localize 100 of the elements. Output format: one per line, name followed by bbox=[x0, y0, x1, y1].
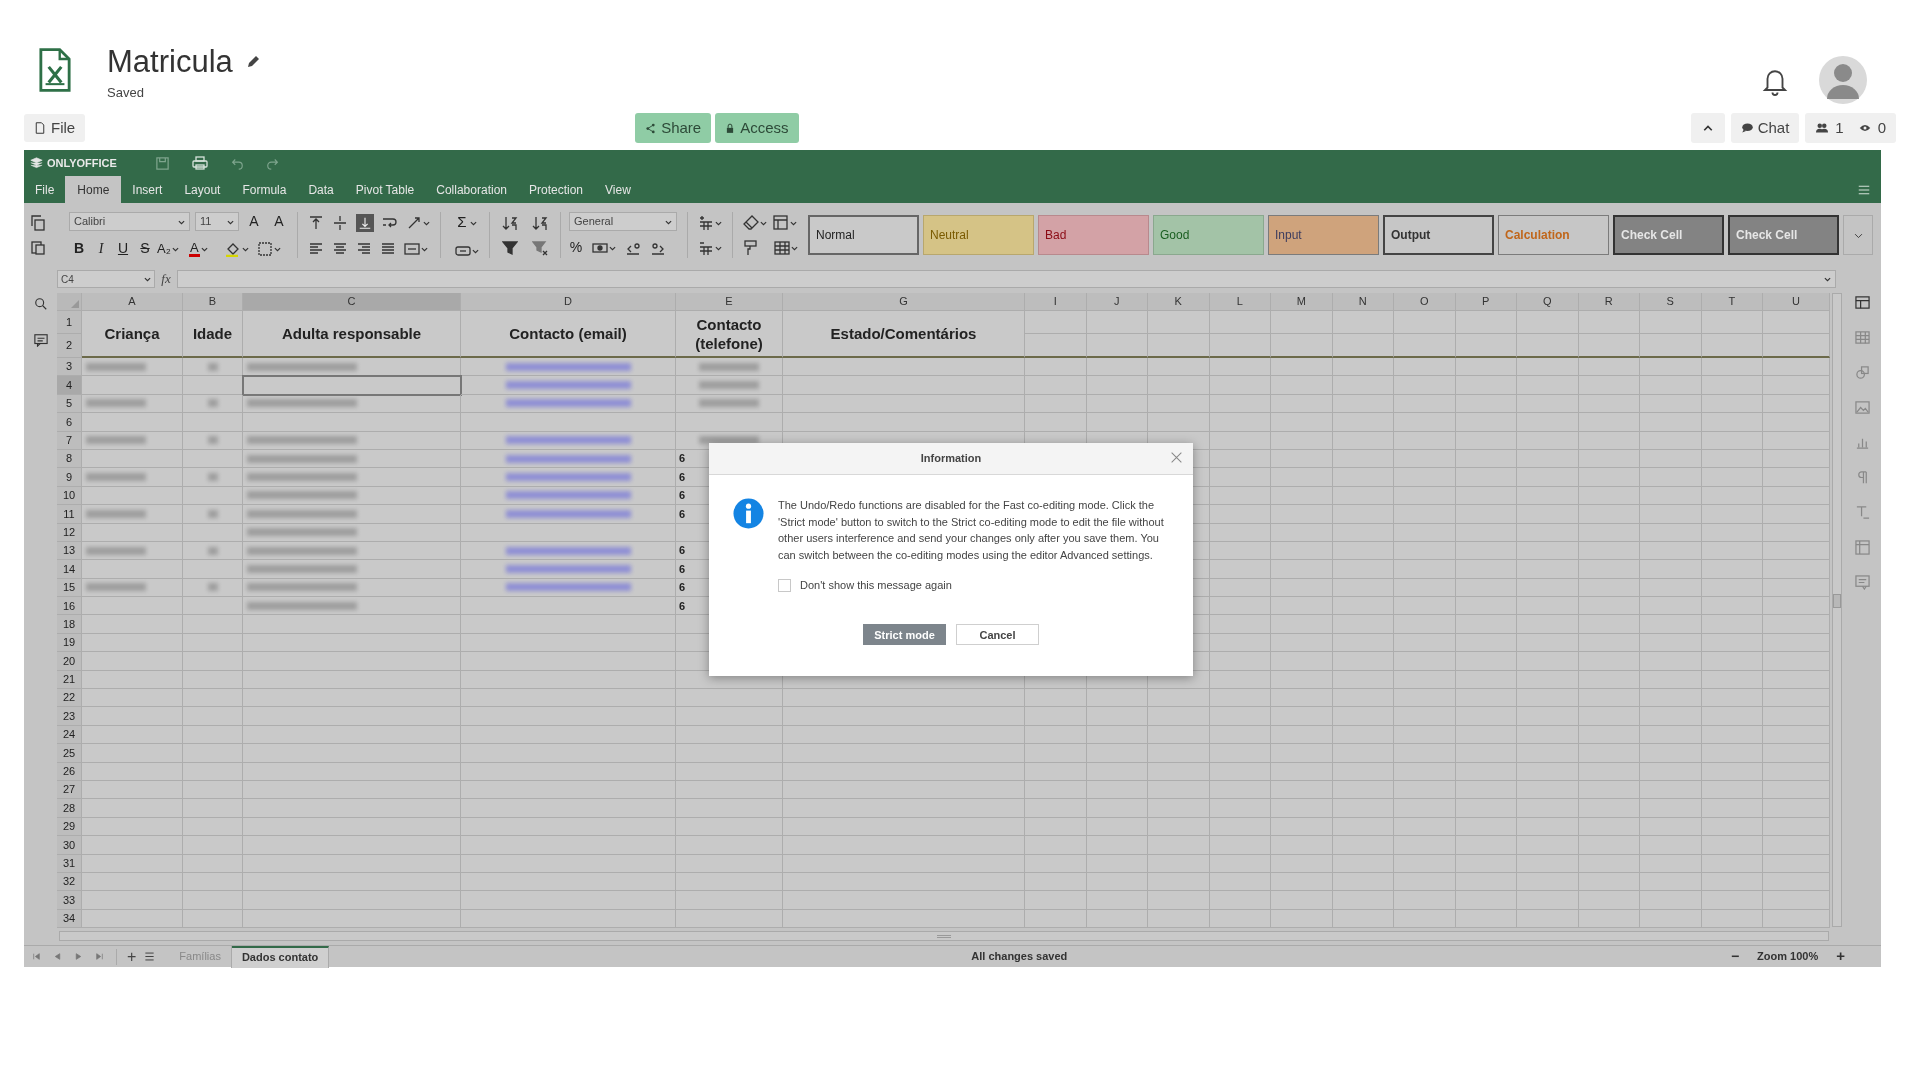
checkbox-label[interactable]: Don't show this message again bbox=[800, 576, 952, 594]
column-header[interactable]: A bbox=[82, 293, 183, 311]
collapse-button[interactable] bbox=[1690, 113, 1725, 143]
sort-ascending-icon[interactable] bbox=[502, 214, 518, 231]
row-header[interactable]: 22 bbox=[57, 689, 82, 708]
first-sheet-icon[interactable] bbox=[32, 952, 41, 961]
paragraph-settings-icon[interactable] bbox=[1855, 470, 1870, 485]
participants-panel[interactable]: 1 0 bbox=[1805, 113, 1896, 143]
file-button[interactable]: File bbox=[24, 114, 86, 142]
select-all-button[interactable] bbox=[57, 293, 82, 311]
last-sheet-icon[interactable] bbox=[95, 952, 104, 961]
format-painter-icon[interactable] bbox=[743, 239, 759, 256]
align-middle-icon[interactable] bbox=[332, 214, 348, 231]
column-header[interactable]: E bbox=[676, 293, 783, 311]
increase-font-button[interactable]: A bbox=[244, 211, 264, 232]
menu-icon[interactable] bbox=[1857, 184, 1871, 196]
shape-settings-icon[interactable] bbox=[1855, 365, 1870, 380]
column-header[interactable]: K bbox=[1148, 293, 1210, 311]
ribbon-tab[interactable]: Data bbox=[297, 176, 345, 203]
column-header[interactable]: M bbox=[1271, 293, 1333, 311]
column-header[interactable]: C bbox=[243, 293, 461, 311]
cell-settings-icon[interactable] bbox=[1855, 295, 1870, 310]
next-sheet-icon[interactable] bbox=[74, 952, 83, 961]
cell-style[interactable]: Neutral bbox=[923, 215, 1034, 255]
align-right-icon[interactable] bbox=[356, 240, 372, 257]
insert-cells-button[interactable] bbox=[698, 214, 722, 231]
justify-icon[interactable] bbox=[380, 240, 396, 257]
row-header[interactable]: 3 bbox=[57, 358, 82, 377]
cell-style[interactable]: Input bbox=[1268, 215, 1379, 255]
column-header[interactable]: B bbox=[183, 293, 243, 311]
column-header[interactable]: L bbox=[1209, 293, 1271, 311]
delete-cells-icon[interactable] bbox=[698, 239, 714, 256]
table-settings-icon[interactable] bbox=[1855, 330, 1870, 345]
strikethrough-button[interactable]: S bbox=[135, 238, 155, 259]
paste-icon[interactable] bbox=[30, 239, 46, 255]
spreadsheet-grid[interactable] bbox=[57, 293, 1830, 929]
horizontal-scrollbar[interactable] bbox=[59, 931, 1829, 942]
column-header[interactable]: J bbox=[1086, 293, 1148, 311]
row-header[interactable]: 4 bbox=[57, 376, 82, 395]
filter-icon[interactable] bbox=[502, 239, 518, 256]
ribbon-tab[interactable]: Insert bbox=[121, 176, 174, 203]
share-button[interactable]: Share bbox=[635, 113, 712, 143]
merge-cells-icon[interactable] bbox=[404, 240, 420, 257]
access-button[interactable]: Access bbox=[715, 113, 799, 143]
row-header[interactable]: 28 bbox=[57, 799, 82, 818]
ribbon-tab[interactable]: Pivot Table bbox=[344, 176, 426, 203]
row-header[interactable]: 14 bbox=[57, 560, 82, 579]
borders-icon[interactable] bbox=[257, 240, 273, 257]
pivot-settings-icon[interactable] bbox=[1855, 540, 1870, 555]
previous-sheet-icon[interactable] bbox=[53, 952, 62, 961]
row-header[interactable]: 6 bbox=[57, 413, 82, 432]
zoom-out-button[interactable]: − bbox=[1730, 946, 1740, 967]
column-header[interactable]: D bbox=[461, 293, 676, 311]
column-header[interactable]: I bbox=[1025, 293, 1087, 311]
column-header[interactable]: S bbox=[1640, 293, 1702, 311]
cell-style[interactable]: Normal bbox=[808, 215, 919, 255]
ribbon-tab[interactable]: Collaboration bbox=[425, 176, 518, 203]
row-header[interactable]: 30 bbox=[57, 836, 82, 855]
row-header[interactable]: 1 bbox=[57, 311, 82, 334]
merge-cells-button[interactable] bbox=[404, 240, 428, 257]
styles-dropdown[interactable] bbox=[1843, 215, 1873, 255]
lock-icon[interactable] bbox=[725, 122, 736, 134]
ribbon-tab[interactable]: Layout bbox=[173, 176, 232, 203]
text-orientation-button[interactable] bbox=[406, 214, 430, 231]
column-header[interactable]: U bbox=[1763, 293, 1830, 311]
percent-button[interactable]: % bbox=[569, 237, 583, 258]
underline-button[interactable]: U bbox=[113, 238, 133, 259]
eraser-icon[interactable] bbox=[743, 214, 759, 231]
insert-cells-icon[interactable] bbox=[698, 214, 714, 231]
font-size-select[interactable]: 11 bbox=[195, 212, 239, 231]
number-format-select[interactable]: General bbox=[569, 212, 677, 231]
cancel-button[interactable]: Cancel bbox=[956, 624, 1039, 646]
row-header[interactable]: 9 bbox=[57, 468, 82, 487]
function-button[interactable]: fx bbox=[155, 269, 177, 289]
add-sheet-button[interactable]: + bbox=[127, 948, 137, 965]
ribbon-tab[interactable]: Formula bbox=[231, 176, 298, 203]
cell-style[interactable]: Output bbox=[1383, 215, 1494, 255]
align-top-icon[interactable] bbox=[308, 214, 324, 231]
search-icon[interactable] bbox=[33, 297, 48, 311]
align-left-icon[interactable] bbox=[308, 240, 324, 257]
ribbon-tab[interactable]: Protection bbox=[518, 176, 594, 203]
row-header[interactable]: 23 bbox=[57, 707, 82, 726]
text-art-settings-icon[interactable] bbox=[1855, 505, 1870, 520]
ribbon-tab[interactable]: View bbox=[594, 176, 642, 203]
image-settings-icon[interactable] bbox=[1855, 400, 1870, 415]
sheet-tab[interactable]: Dados contato bbox=[231, 945, 330, 968]
share-icon[interactable] bbox=[645, 122, 657, 134]
font-color-button[interactable]: A bbox=[189, 240, 219, 257]
strict-mode-button[interactable]: Strict mode bbox=[863, 624, 946, 646]
ribbon-tab[interactable]: File bbox=[24, 176, 66, 203]
sheet-list-icon[interactable] bbox=[144, 951, 156, 962]
orientation-icon[interactable] bbox=[406, 214, 422, 231]
row-header[interactable]: 25 bbox=[57, 744, 82, 763]
column-header[interactable]: P bbox=[1455, 293, 1517, 311]
sort-descending-icon[interactable] bbox=[532, 214, 548, 231]
close-icon[interactable] bbox=[1170, 451, 1183, 464]
row-header[interactable]: 2 bbox=[57, 334, 82, 358]
copy-icon[interactable] bbox=[30, 215, 46, 231]
column-header[interactable]: T bbox=[1701, 293, 1763, 311]
align-bottom-button[interactable] bbox=[356, 213, 374, 232]
